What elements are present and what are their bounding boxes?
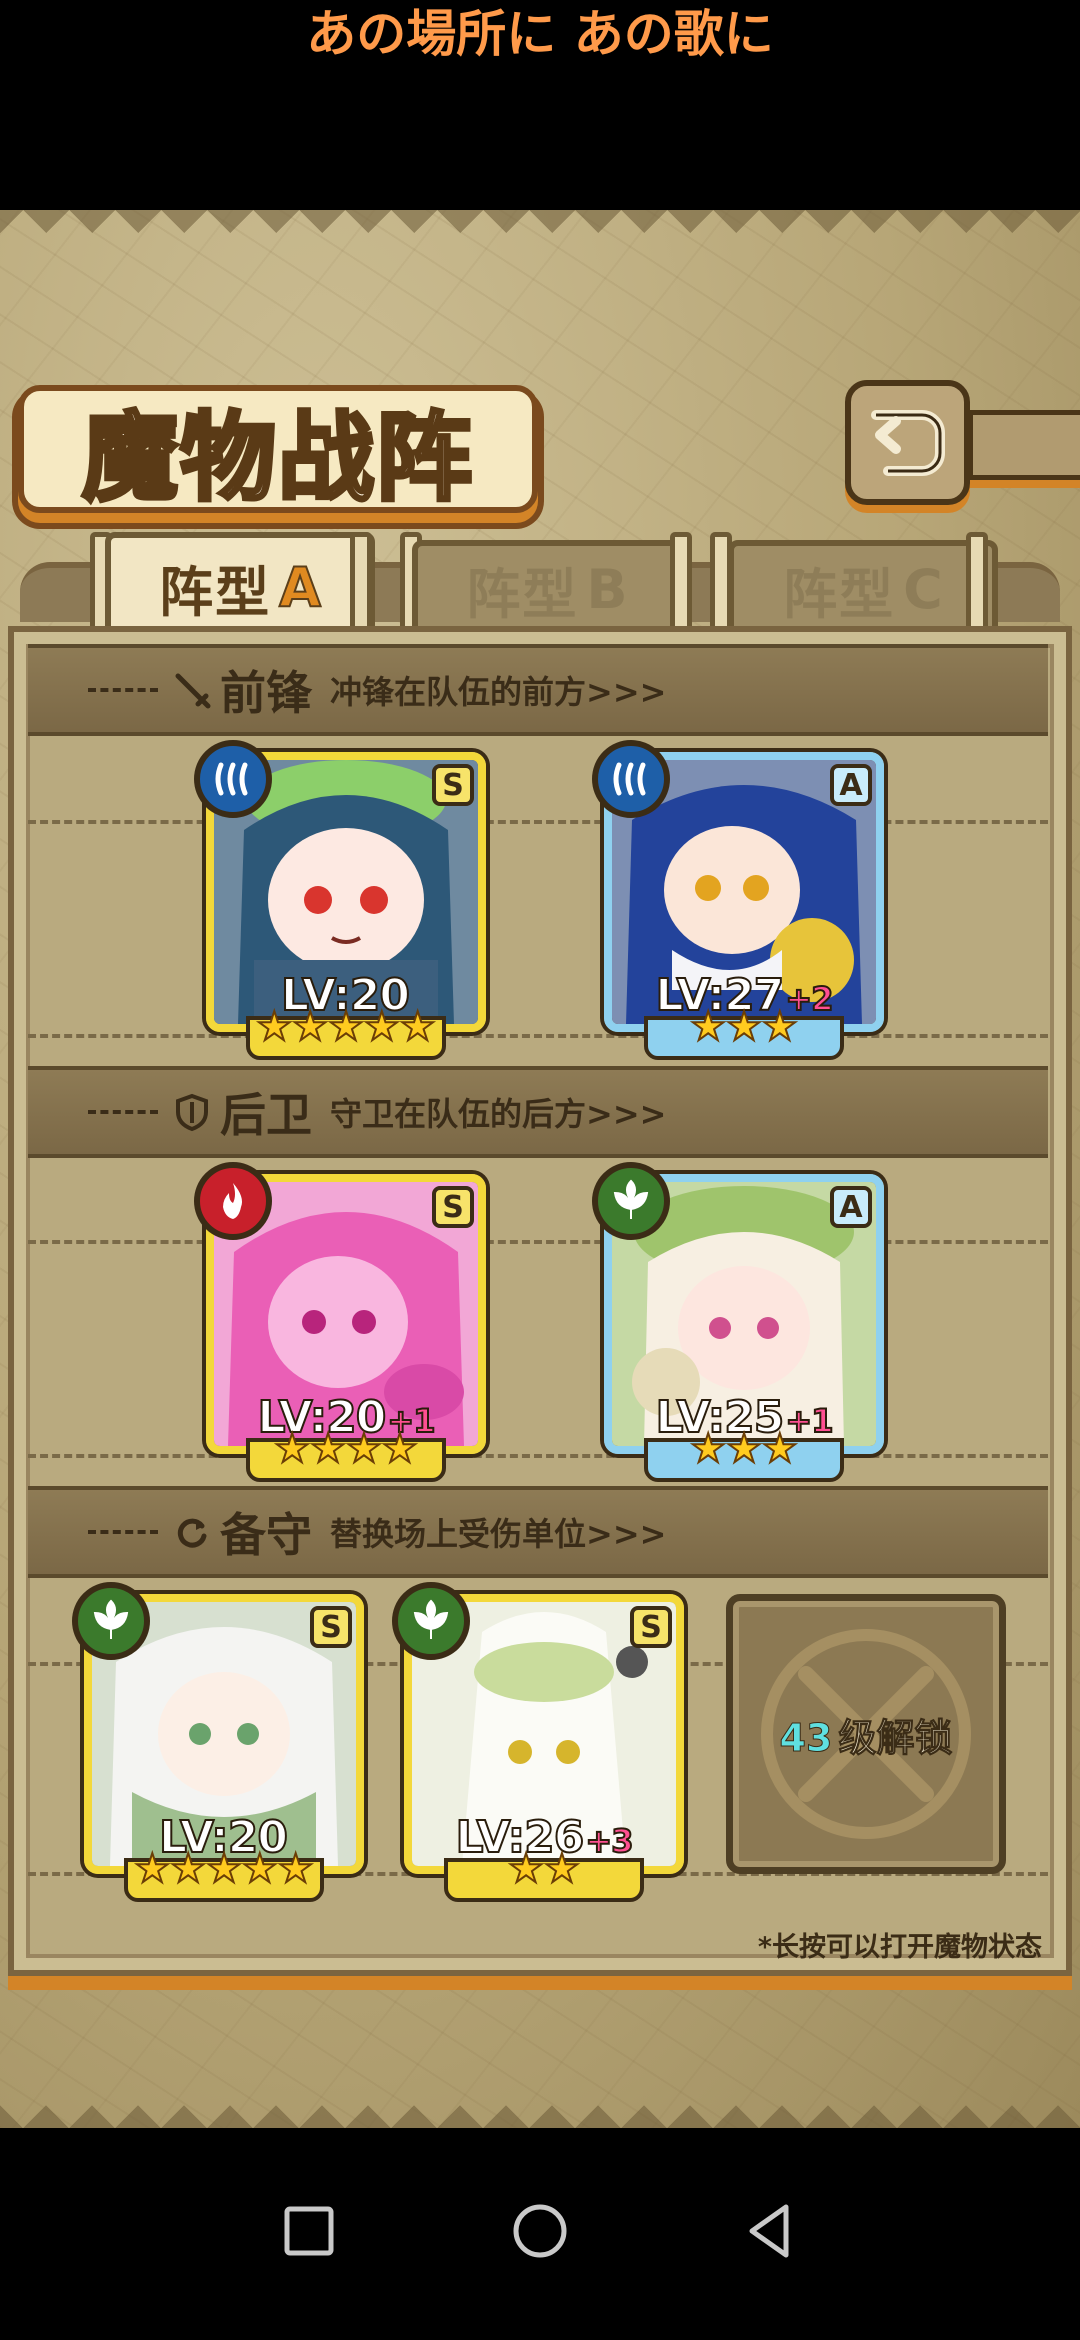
slot-guide-line <box>28 820 1048 824</box>
title-plate: 魔物战阵 <box>18 385 538 516</box>
section-title: 前锋 <box>220 666 312 720</box>
section-title: 后卫 <box>220 1088 312 1142</box>
grade-badge: S <box>432 764 474 806</box>
star-icon: ★ <box>241 1846 279 1892</box>
circle-icon <box>513 2204 567 2258</box>
section-title: 备守 <box>220 1508 312 1562</box>
unit-card[interactable]: S LV:20 ★ ★ ★ ★ ★ <box>194 740 486 1060</box>
swap-icon <box>172 1512 212 1552</box>
monster-formation-screen: 魔物战阵 阵型 A 阵型 B 阵型 C 前锋 冲锋在队伍的前方>>> S LV:… <box>0 210 1080 2128</box>
tab-letter: A <box>278 555 322 620</box>
star-rating: ★ ★ ★ ★ ★ <box>124 1848 324 1902</box>
star-icon: ★ <box>277 1846 315 1892</box>
divider <box>88 1110 158 1114</box>
star-icon: ★ <box>761 1426 799 1472</box>
star-icon: ★ <box>273 1426 311 1472</box>
locked-slot[interactable]: 43 级解锁 <box>726 1594 1006 1874</box>
star-icon: ★ <box>169 1846 207 1892</box>
star-icon: ★ <box>761 1004 799 1050</box>
home-button[interactable] <box>505 2196 575 2266</box>
formation-board: 前锋 冲锋在队伍的前方>>> S LV:20 ★ ★ ★ ★ ★ A LV:27… <box>8 626 1072 1976</box>
page-title: 魔物战阵 <box>80 399 474 516</box>
grade-badge: A <box>830 764 872 806</box>
slot-guide-line <box>28 1240 1048 1244</box>
star-icon: ★ <box>363 1004 401 1050</box>
leaf-element-icon <box>72 1582 150 1660</box>
slot-guide-line <box>28 1034 1048 1038</box>
shield-icon <box>172 1092 212 1132</box>
unit-card[interactable]: A LV:25+1 ★ ★ ★ <box>592 1162 884 1482</box>
star-rating: ★ ★ ★ ★ <box>246 1428 446 1482</box>
section-front: 前锋 冲锋在队伍的前方>>> <box>28 644 1048 736</box>
sword-icon <box>172 670 212 710</box>
section-rear: 后卫 守卫在队伍的后方>>> <box>28 1066 1048 1158</box>
star-icon: ★ <box>689 1426 727 1472</box>
section-reserve: 备守 替换场上受伤单位>>> <box>28 1486 1048 1578</box>
back-rail <box>968 410 1080 480</box>
level-bonus: +3 <box>584 1821 634 1861</box>
star-rating: ★ ★ ★ <box>644 1006 844 1060</box>
star-icon: ★ <box>133 1846 171 1892</box>
slot-guide-line <box>28 1454 1048 1458</box>
square-icon <box>284 2206 334 2256</box>
unlock-text: 级解锁 <box>838 1715 953 1760</box>
water-element-icon <box>592 740 670 818</box>
unit-card[interactable]: S LV:20+1 ★ ★ ★ ★ <box>194 1162 486 1482</box>
status-area: あの場所に あの歌に <box>0 0 1080 210</box>
tab-formation-c[interactable]: 阵型 C <box>728 540 998 638</box>
star-icon: ★ <box>205 1846 243 1892</box>
star-icon: ★ <box>543 1846 581 1892</box>
torn-edge-bottom <box>0 2082 1080 2128</box>
star-rating: ★ ★ <box>444 1848 644 1902</box>
leaf-element-icon <box>592 1162 670 1240</box>
star-icon: ★ <box>725 1426 763 1472</box>
star-icon: ★ <box>725 1004 763 1050</box>
water-element-icon <box>194 740 272 818</box>
unlock-level: 43 <box>779 1715 833 1760</box>
grade-badge: S <box>432 1186 474 1228</box>
tab-label: 阵型 <box>466 562 579 626</box>
recent-apps-button[interactable] <box>274 2196 344 2266</box>
star-icon: ★ <box>291 1004 329 1050</box>
tab-formation-b[interactable]: 阵型 B <box>412 540 682 638</box>
grade-badge: A <box>830 1186 872 1228</box>
star-rating: ★ ★ ★ ★ ★ <box>246 1006 446 1060</box>
system-nav-bar <box>0 2128 1080 2340</box>
star-icon: ★ <box>309 1426 347 1472</box>
lyric-subtitle: あの場所に あの歌に <box>306 5 774 63</box>
triangle-back-icon <box>749 2204 789 2258</box>
star-icon: ★ <box>255 1004 293 1050</box>
tab-letter: B <box>586 557 628 621</box>
grade-badge: S <box>630 1606 672 1648</box>
fire-element-icon <box>194 1162 272 1240</box>
section-description: 冲锋在队伍的前方>>> <box>330 673 667 711</box>
back-nav-button[interactable] <box>735 2196 805 2266</box>
unit-card[interactable]: S LV:20 ★ ★ ★ ★ ★ <box>72 1582 364 1902</box>
star-icon: ★ <box>399 1004 437 1050</box>
long-press-hint: *长按可以打开魔物状态 <box>757 1932 1042 1963</box>
back-arrow-icon <box>870 409 945 476</box>
unlock-label: 43 级解锁 <box>779 1707 953 1762</box>
star-icon: ★ <box>345 1426 383 1472</box>
star-icon: ★ <box>507 1846 545 1892</box>
grade-badge: S <box>310 1606 352 1648</box>
unit-card[interactable]: S LV:26+3 ★ ★ <box>392 1582 684 1902</box>
star-icon: ★ <box>327 1004 365 1050</box>
section-description: 守卫在队伍的后方>>> <box>330 1095 667 1133</box>
star-icon: ★ <box>381 1426 419 1472</box>
divider <box>88 688 158 692</box>
star-rating: ★ ★ ★ <box>644 1428 844 1482</box>
unit-card[interactable]: A LV:27+2 ★ ★ ★ <box>592 740 884 1060</box>
section-description: 替换场上受伤单位>>> <box>330 1515 667 1553</box>
leaf-element-icon <box>392 1582 470 1660</box>
back-button[interactable] <box>845 380 970 505</box>
tab-label: 阵型 <box>783 562 896 626</box>
tab-label: 阵型 <box>159 560 272 624</box>
torn-edge-top <box>0 210 1080 256</box>
divider <box>88 1530 158 1534</box>
star-icon: ★ <box>689 1004 727 1050</box>
tab-letter: C <box>903 557 943 621</box>
